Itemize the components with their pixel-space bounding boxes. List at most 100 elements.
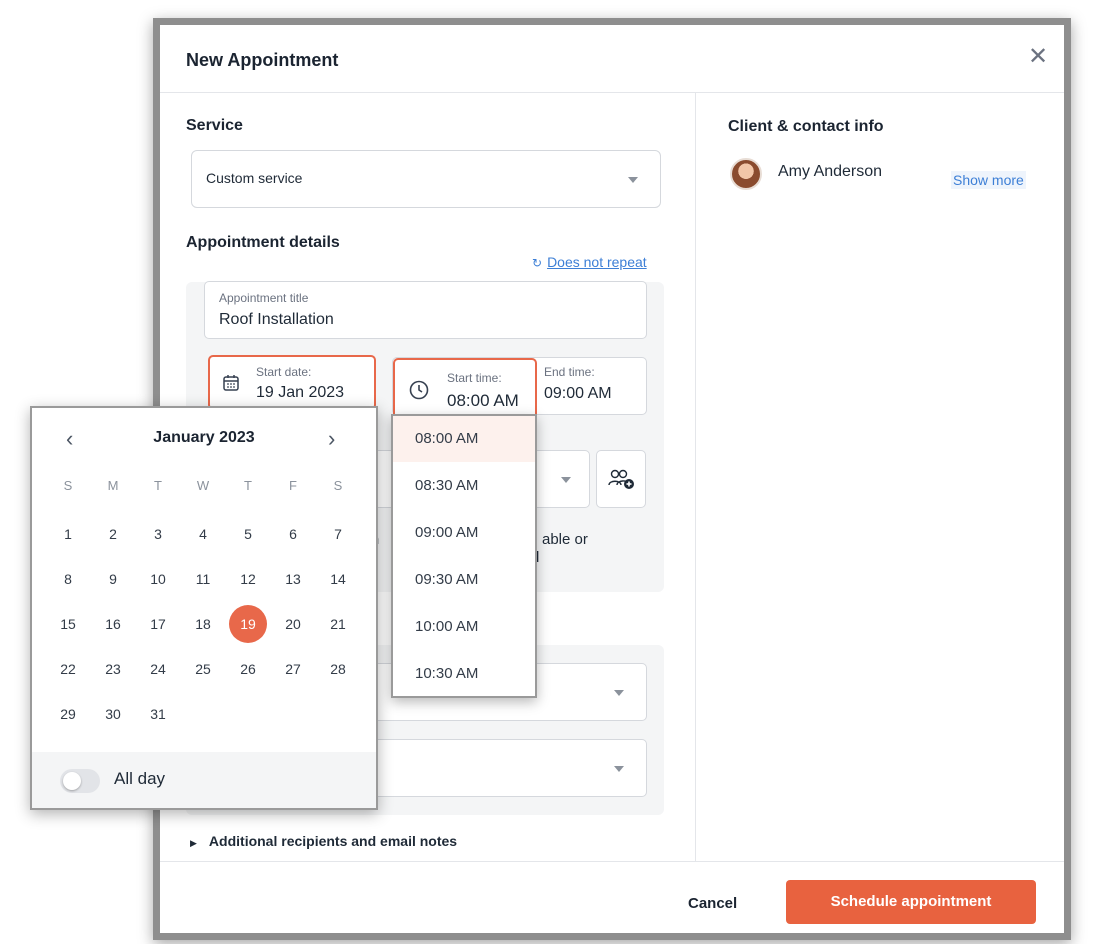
calendar-day[interactable]: 26	[229, 650, 267, 688]
additional-recipients-label: Additional recipients and email notes	[208, 833, 458, 849]
chevron-down-icon	[628, 177, 638, 183]
appointment-title-field[interactable]: Appointment title Roof Installation	[204, 281, 647, 339]
repeat-link[interactable]: ↻ Does not repeat	[532, 254, 647, 270]
time-option[interactable]: 09:00 AM	[393, 510, 535, 556]
appointment-title-label: Appointment title	[219, 291, 309, 305]
close-icon[interactable]: ✕	[1026, 45, 1050, 69]
calendar-day[interactable]: 27	[274, 650, 312, 688]
start-time-label: Start time:	[447, 371, 502, 385]
date-picker-popup: ‹ January 2023 › S M T W T F S 1 2 3 4 5 6 7 8 9 10 11 12 1…	[30, 406, 378, 810]
avatar	[730, 158, 762, 190]
weekday-label: T	[244, 478, 252, 493]
client-info-title: Client & contact info	[728, 118, 884, 135]
show-more-link[interactable]: Show more	[951, 171, 1026, 189]
start-date-field[interactable]: Start date: 19 Jan 2023	[208, 355, 376, 410]
calendar-month-title: January 2023	[153, 429, 255, 446]
calendar-day[interactable]: 1	[49, 515, 87, 553]
service-select-value: Custom service	[206, 170, 303, 186]
client-name: Amy Anderson	[778, 163, 883, 180]
dialog-footer: Cancel Schedule appointment	[160, 861, 1064, 940]
dialog-title: New Appointment	[186, 50, 339, 70]
all-day-toggle[interactable]	[60, 769, 100, 793]
dialog-header: New Appointment ✕	[160, 25, 1064, 93]
caret-right-icon: ▶	[190, 838, 197, 848]
client-info-panel: Client & contact info Amy Anderson Show …	[696, 93, 1064, 861]
weekday-label: F	[289, 478, 297, 493]
calendar-icon	[222, 374, 240, 392]
calendar-day[interactable]: 16	[94, 605, 132, 643]
calendar-day[interactable]: 14	[319, 560, 357, 598]
calendar-day[interactable]: 30	[94, 695, 132, 733]
calendar-day[interactable]: 8	[49, 560, 87, 598]
calendar-day[interactable]: 28	[319, 650, 357, 688]
weekday-header-row: SMTWTFS	[48, 472, 364, 515]
chevron-right-icon[interactable]: ›	[328, 426, 335, 452]
calendar-day[interactable]: 22	[49, 650, 87, 688]
cancel-button[interactable]: Cancel	[688, 895, 737, 912]
additional-recipients-toggle[interactable]: ▶ Additional recipients and email notes	[190, 833, 457, 849]
all-day-label: All day	[114, 769, 166, 788]
calendar-week-row: 29 30 31	[48, 695, 364, 740]
calendar-day[interactable]: 15	[49, 605, 87, 643]
chevron-down-icon	[561, 477, 571, 483]
end-time-value: 09:00 AM	[544, 385, 612, 402]
calendar-day[interactable]: 21	[319, 605, 357, 643]
end-time-label: End time:	[544, 365, 595, 379]
time-option[interactable]: 09:30 AM	[393, 557, 535, 603]
calendar-day[interactable]: 29	[49, 695, 87, 733]
time-option[interactable]: 08:30 AM	[393, 463, 535, 509]
chevron-down-icon	[614, 766, 624, 772]
calendar-week-row: 1234567	[48, 515, 364, 560]
service-select[interactable]: Custom service	[191, 150, 661, 208]
start-date-value: 19 Jan 2023	[256, 384, 345, 401]
weekday-label: M	[107, 478, 119, 493]
end-time-field[interactable]: End time: 09:00 AM	[544, 359, 644, 409]
calendar-day[interactable]: 31	[139, 695, 177, 733]
calendar-day[interactable]: 13	[274, 560, 312, 598]
repeat-icon: ↻	[532, 256, 543, 270]
calendar-day[interactable]: 4	[184, 515, 222, 553]
chevron-down-icon	[614, 690, 624, 696]
calendar-day[interactable]: 17	[139, 605, 177, 643]
add-team-member-button[interactable]	[596, 450, 646, 508]
calendar-day-selected[interactable]: 19	[229, 605, 267, 643]
calendar-day[interactable]: 11	[184, 560, 222, 598]
service-label: Service	[186, 117, 243, 134]
calendar-day[interactable]: 3	[139, 515, 177, 553]
toggle-knob	[63, 772, 81, 790]
start-time-field[interactable]: Start time: 08:00 AM	[393, 358, 537, 420]
calendar-day[interactable]: 18	[184, 605, 222, 643]
calendar-grid: S M T W T F S 1 2 3 4 5 6 7 8 9 10 11 12 13 14 15 16 17 18 19 20 21…	[48, 472, 364, 740]
start-time-dropdown: 08:00 AM 08:30 AM 09:00 AM 09:30 AM 10:00 AM…	[391, 414, 537, 698]
repeat-link-text: Does not repeat	[547, 254, 647, 270]
weekday-label: W	[196, 478, 210, 493]
weekday-label: S	[333, 478, 343, 493]
calendar-day[interactable]: 10	[139, 560, 177, 598]
weekday-label: T	[154, 478, 162, 493]
all-day-row: All day	[32, 752, 376, 808]
calendar-day[interactable]: 25	[184, 650, 222, 688]
calendar-day[interactable]: 20	[274, 605, 312, 643]
calendar-day[interactable]: 9	[94, 560, 132, 598]
time-option[interactable]: 10:00 AM	[393, 604, 535, 650]
calendar-week-row: 22 23 24 25 26 27 28	[48, 650, 364, 695]
calendar-week-row: 15 16 17 18 19 20 21	[48, 605, 364, 650]
add-person-icon	[608, 468, 636, 492]
schedule-appointment-button[interactable]: Schedule appointment	[786, 880, 1036, 924]
calendar-day[interactable]: 23	[94, 650, 132, 688]
calendar-day[interactable]: 6	[274, 515, 312, 553]
appointment-title-value: Roof Installation	[219, 311, 334, 328]
calendar-day[interactable]: 24	[139, 650, 177, 688]
time-option[interactable]: 10:30 AM	[393, 651, 535, 697]
calendar-week-row: 8 9 10 11 12 13 14	[48, 560, 364, 605]
calendar-day[interactable]: 5	[229, 515, 267, 553]
calendar-day[interactable]: 12	[229, 560, 267, 598]
calendar-day[interactable]: 7	[319, 515, 357, 553]
calendar-day[interactable]: 2	[94, 515, 132, 553]
time-option[interactable]: 08:00 AM	[393, 416, 535, 462]
appointment-details-label: Appointment details	[186, 234, 340, 251]
start-time-value: 08:00 AM	[447, 391, 519, 410]
panel-select-2[interactable]	[360, 739, 647, 797]
weekday-label: S	[63, 478, 73, 493]
start-date-label: Start date:	[256, 365, 312, 379]
